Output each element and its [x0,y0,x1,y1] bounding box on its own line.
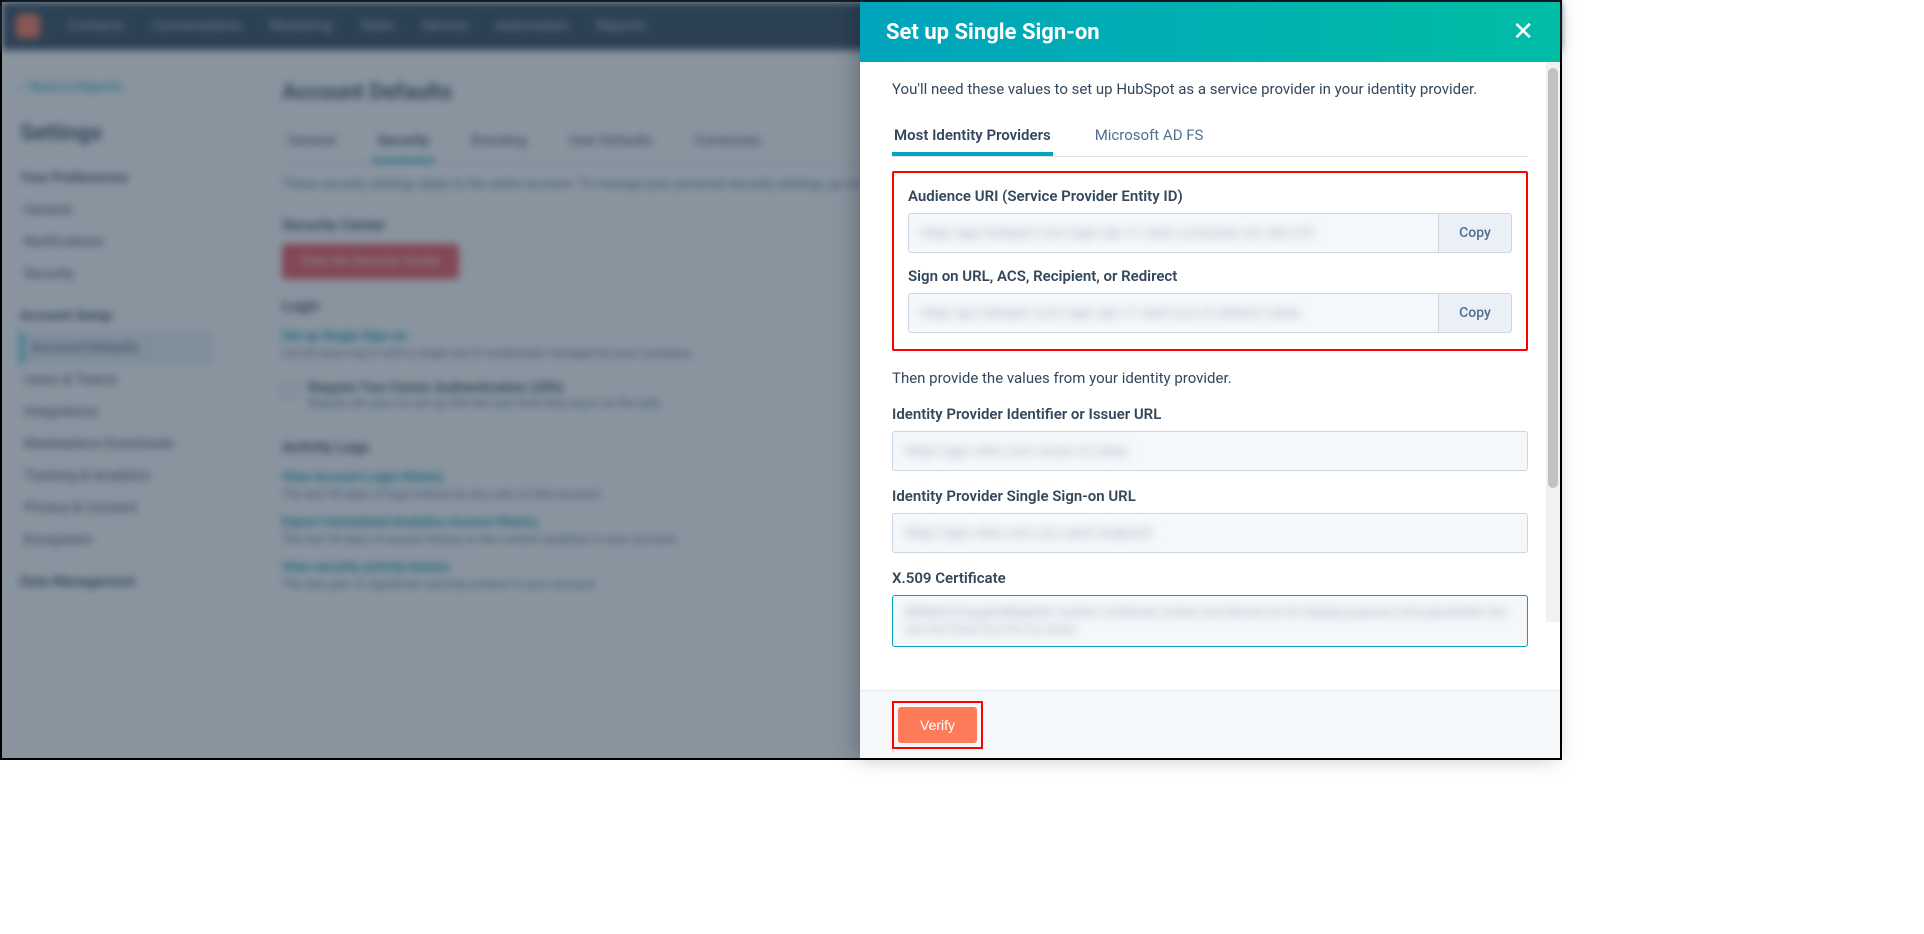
sidebar-item-general[interactable]: General [20,194,214,226]
signon-url-value: https api hubspot com login api v1 saml … [908,293,1438,333]
sidebar-item-marketplace[interactable]: Marketplace Downloads [20,428,214,460]
sidebar-item-account-defaults[interactable]: Account Defaults [20,332,214,364]
sidebar-item-tracking[interactable]: Tracking & Analytics [20,460,214,492]
tab-general[interactable]: General [282,123,342,162]
idp-sso-url-input[interactable]: https login okta com sso saml endpoint [892,513,1528,553]
sidebar-item-users-teams[interactable]: Users & Teams [20,364,214,396]
twofa-label: Require Two-Factor Authentication (2FA) [308,380,663,396]
chevron-left-icon: ‹ [20,80,24,95]
verify-button[interactable]: Verify [898,707,977,743]
close-icon[interactable]: ✕ [1512,19,1534,45]
panel-intro-text: You'll need these values to set up HubSp… [892,80,1528,98]
provider-tabs: Most Identity Providers Microsoft AD FS [892,116,1528,157]
sidebar-section-account: Account Setup [20,308,214,324]
tab-most-providers[interactable]: Most Identity Providers [892,116,1053,156]
sidebar-item-security[interactable]: Security [20,258,214,290]
tab-currencies[interactable]: Currencies [689,123,768,162]
sidebar-item-ecosystem[interactable]: Ecosystem [20,524,214,556]
panel-header: Set up Single Sign-on ✕ [860,2,1560,62]
twofa-desc: Require all users to set up 2FA the next… [308,396,663,410]
copy-signon-button[interactable]: Copy [1438,293,1512,333]
scrollbar-thumb[interactable] [1548,68,1558,488]
audience-uri-value: https app hubspot com login api v1 saml … [908,213,1438,253]
sidebar-item-notifications[interactable]: Notifications [20,226,214,258]
twofa-checkbox[interactable] [282,382,298,398]
nav-item[interactable]: Marketing [270,18,333,34]
settings-sidebar: ‹ Back to Reports Settings Your Preferen… [2,62,232,616]
settings-title: Settings [20,121,214,146]
sso-panel: Set up Single Sign-on ✕ You'll need thes… [860,2,1560,758]
nav-item[interactable]: Reports [597,18,646,34]
back-link-label: Back to Reports [30,80,122,95]
nav-item[interactable]: Contacts [68,18,124,34]
idp-identifier-input[interactable]: https login okta com issuer id value [892,431,1528,471]
view-security-center-button[interactable]: View the Security Center [282,244,459,279]
signon-url-row: https api hubspot com login api v1 saml … [908,293,1512,333]
signon-url-label: Sign on URL, ACS, Recipient, or Redirect [908,267,1512,285]
panel-body: You'll need these values to set up HubSp… [860,62,1560,690]
idp-sso-url-label: Identity Provider Single Sign-on URL [892,487,1528,505]
panel-footer: Verify [860,690,1560,758]
audience-uri-row: https app hubspot com login api v1 saml … [908,213,1512,253]
nav-item[interactable]: Conversations [152,18,241,34]
sidebar-section-preferences: Your Preferences [20,170,214,186]
hubspot-logo-icon [16,14,40,38]
idp-identifier-label: Identity Provider Identifier or Issuer U… [892,405,1528,423]
tab-user-defaults[interactable]: User Defaults [563,123,659,162]
verify-highlight-box: Verify [892,701,983,749]
nav-item[interactable]: Automation [496,18,569,34]
audience-uri-label: Audience URI (Service Provider Entity ID… [908,187,1512,205]
tab-security[interactable]: Security [372,123,436,162]
x509-cert-textarea[interactable]: MIIDpDCCAoygAwIBAgIGAV random certificat… [892,595,1528,647]
sidebar-section-data: Data Management [20,574,214,590]
back-link[interactable]: ‹ Back to Reports [20,80,214,95]
panel-scrollbar[interactable] [1546,62,1560,622]
service-provider-values-box: Audience URI (Service Provider Entity ID… [892,171,1528,351]
then-provide-text: Then provide the values from your identi… [892,369,1528,387]
tab-microsoft-adfs[interactable]: Microsoft AD FS [1093,116,1206,156]
sidebar-item-integrations[interactable]: Integrations [20,396,214,428]
panel-title: Set up Single Sign-on [886,20,1100,45]
nav-item[interactable]: Sales [360,18,394,34]
nav-item[interactable]: Service [422,18,468,34]
copy-audience-button[interactable]: Copy [1438,213,1512,253]
sidebar-item-privacy[interactable]: Privacy & Consent [20,492,214,524]
x509-cert-label: X.509 Certificate [892,569,1528,587]
tab-branding[interactable]: Branding [465,123,532,162]
